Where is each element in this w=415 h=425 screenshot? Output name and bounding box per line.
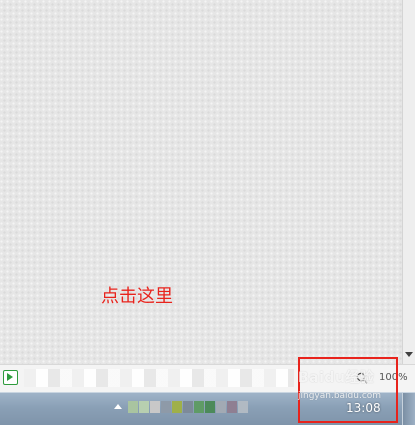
- tray-icon[interactable]: [161, 401, 171, 413]
- taskbar: 13:08: [0, 392, 415, 425]
- tray-icon[interactable]: [150, 401, 160, 413]
- macro-play-icon[interactable]: [3, 370, 18, 385]
- screen: 点击这里 100% 13:08 Baidu经验 jingyan.baidu.co…: [0, 0, 415, 425]
- zoom-level-label[interactable]: 100%: [379, 372, 408, 383]
- scroll-down-arrow-icon[interactable]: [405, 352, 413, 357]
- status-bar-blurred-area: [24, 369, 294, 387]
- tray-icon[interactable]: [128, 401, 138, 413]
- zoom-magnifier-icon[interactable]: [356, 372, 368, 384]
- status-bar: 100%: [0, 364, 415, 392]
- tray-icon[interactable]: [216, 401, 226, 413]
- system-tray-icons[interactable]: [128, 401, 249, 415]
- tray-icon[interactable]: [172, 401, 182, 413]
- tray-icon[interactable]: [205, 401, 215, 413]
- show-hidden-icons-arrow-icon[interactable]: [114, 404, 122, 409]
- taskbar-clock[interactable]: 13:08: [346, 401, 381, 415]
- vertical-scrollbar[interactable]: [402, 0, 415, 364]
- tray-icon[interactable]: [183, 401, 193, 413]
- tray-icon[interactable]: [227, 401, 237, 413]
- show-desktop-button[interactable]: [402, 393, 415, 425]
- tray-icon[interactable]: [139, 401, 149, 413]
- annotation-text: 点击这里: [101, 286, 173, 307]
- document-canvas[interactable]: [0, 0, 402, 364]
- tray-icon[interactable]: [238, 401, 248, 413]
- tray-icon[interactable]: [194, 401, 204, 413]
